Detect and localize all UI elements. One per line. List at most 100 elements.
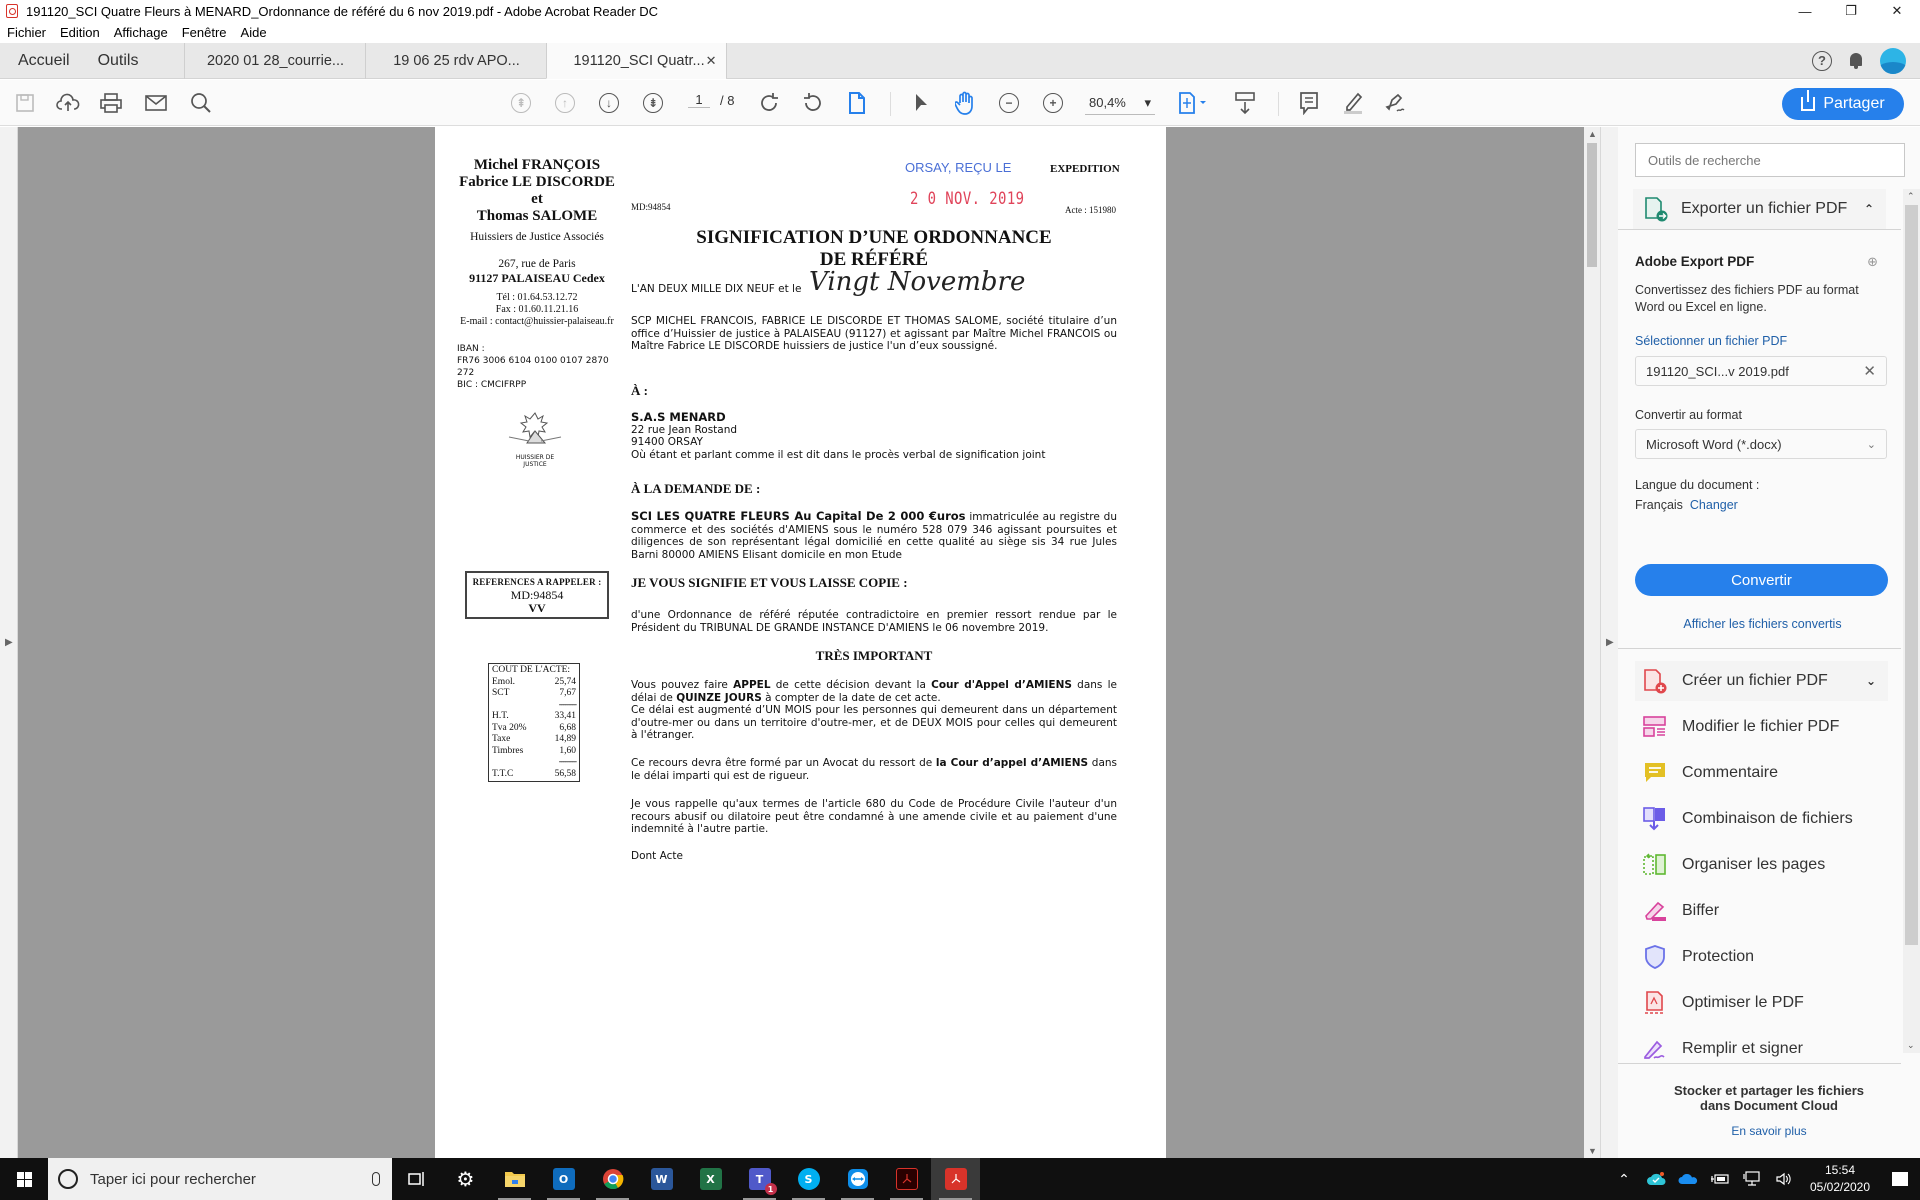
selected-file-field[interactable]: 191120_SCI...v 2019.pdf ✕ [1635,356,1887,386]
task-view-button[interactable] [392,1158,441,1200]
tool-comment[interactable]: Commentaire [1635,753,1888,793]
taskbar-excel[interactable]: X [686,1158,735,1200]
scrollbar-thumb[interactable] [1905,205,1918,945]
tool-protect[interactable]: Protection [1635,937,1888,977]
document-tab[interactable]: 2020 01 28_courrie... [184,43,365,79]
tool-create-pdf[interactable]: Créer un fichier PDF ⌄ [1635,661,1888,701]
format-dropdown[interactable]: Microsoft Word (*.docx) ⌄ [1635,429,1887,459]
print-icon[interactable] [98,90,124,116]
page-number-input[interactable]: 1 [688,92,710,108]
language-value: Français [1635,498,1683,512]
help-icon[interactable]: ? [1812,50,1832,71]
first-page-icon[interactable]: ⇞ [508,90,534,116]
select-tool-icon[interactable] [908,90,934,116]
scroll-mode-icon[interactable] [1232,90,1258,116]
rotate-clockwise-icon[interactable] [756,90,782,116]
taskbar-word[interactable]: W [637,1158,686,1200]
notifications-bell-icon[interactable] [1848,52,1864,70]
taskbar-acrobat-dc[interactable] [882,1158,931,1200]
scrollbar-thumb[interactable] [1587,143,1597,267]
menu-edition[interactable]: Edition [60,25,100,40]
menu-affichage[interactable]: Affichage [114,25,168,40]
export-pdf-section-header[interactable]: Exporter un fichier PDF ⌃ [1633,189,1886,229]
sign-tool-icon[interactable] [1384,90,1410,116]
firm-name-connector: et [531,191,543,207]
taskbar-outlook[interactable]: O [539,1158,588,1200]
change-language-link[interactable]: Changer [1690,498,1738,512]
last-page-icon[interactable]: ⇟ [640,90,666,116]
learn-more-link[interactable]: En savoir plus [1618,1124,1920,1138]
tools-search-input[interactable]: Outils de recherche [1635,143,1905,177]
onedrive-icon[interactable] [1672,1173,1704,1185]
zoom-level-dropdown[interactable]: 80,4% ▾ [1085,92,1155,115]
expand-left-panel-icon[interactable]: ▶ [5,637,13,648]
scroll-up-icon[interactable]: ⌃ [1907,191,1915,202]
battery-icon[interactable] [1704,1173,1736,1185]
zoom-out-icon[interactable]: − [996,90,1022,116]
system-clock[interactable]: 15:54 05/02/2020 [1800,1162,1880,1196]
menu-fenetre[interactable]: Fenêtre [182,25,227,40]
taskbar-chrome[interactable] [588,1158,637,1200]
email-icon[interactable] [143,90,169,116]
action-center-button[interactable] [1880,1172,1920,1186]
scroll-up-icon[interactable]: ▲ [1588,129,1597,139]
network-icon[interactable] [1736,1171,1768,1187]
next-page-icon[interactable]: ↓ [596,90,622,116]
upload-cloud-icon[interactable] [55,90,81,116]
tool-organize-pages[interactable]: Organiser les pages [1635,845,1888,885]
taskbar-search[interactable]: Taper ici pour rechercher [48,1158,392,1200]
previous-page-icon[interactable]: ↑ [552,90,578,116]
zoom-in-icon[interactable]: + [1040,90,1066,116]
nav-tools[interactable]: Outils [98,52,139,70]
taskbar-teamviewer[interactable] [833,1158,882,1200]
rotate-counterclockwise-icon[interactable] [800,90,826,116]
taskbar-settings[interactable]: ⚙ [441,1158,490,1200]
taskbar-skype[interactable]: S [784,1158,833,1200]
show-hidden-icons-chevron[interactable]: ⌃ [1608,1171,1640,1188]
scroll-down-icon[interactable]: ▼ [1588,1146,1597,1156]
close-button[interactable]: ✕ [1874,0,1920,22]
close-tab-icon[interactable]: ✕ [706,53,717,69]
nav-home[interactable]: Accueil [18,52,70,70]
taskbar-file-explorer[interactable] [490,1158,539,1200]
taskbar-acrobat-reader[interactable] [931,1158,980,1200]
menu-fichier[interactable]: Fichier [7,25,46,40]
clear-file-icon[interactable]: ✕ [1863,362,1876,380]
tool-combine-files[interactable]: Combinaison de fichiers [1635,799,1888,839]
maximize-button[interactable]: ❐ [1828,0,1874,22]
converted-files-link[interactable]: Afficher les fichiers convertis [1635,617,1890,631]
search-icon[interactable] [188,90,214,116]
select-file-link[interactable]: Sélectionner un fichier PDF [1635,334,1890,348]
tool-label: Protection [1682,948,1755,965]
tool-edit-pdf[interactable]: Modifier le fichier PDF [1635,707,1888,747]
menu-aide[interactable]: Aide [241,25,267,40]
document-scrollbar[interactable]: ▲ ▼ [1584,127,1600,1158]
tools-pane-scrollbar[interactable]: ⌃ ⌄ [1903,189,1920,1053]
share-button[interactable]: Partager [1782,88,1904,120]
user-avatar[interactable] [1880,47,1906,74]
document-tab[interactable]: 19 06 25 rdv APO... [365,43,546,79]
comment-tool-icon[interactable] [1296,90,1322,116]
highlight-tool-icon[interactable] [1340,90,1366,116]
panel-divider [1618,648,1901,649]
save-icon[interactable] [12,90,38,116]
chevron-up-icon[interactable]: ⌃ [1864,202,1874,216]
tool-redact[interactable]: Biffer [1635,891,1888,931]
document-tab-active[interactable]: 191120_SCI Quatr... ✕ [546,43,727,79]
left-panel-toggle[interactable]: ▶ [0,127,18,1158]
collapse-right-panel-icon[interactable]: ▶ [1606,637,1614,648]
start-button[interactable] [0,1158,48,1200]
scroll-down-icon[interactable]: ⌄ [1907,1040,1915,1051]
volume-icon[interactable] [1768,1172,1800,1186]
hand-tool-icon[interactable] [952,90,978,116]
minimize-button[interactable]: — [1782,0,1828,22]
convert-button[interactable]: Convertir [1635,564,1888,596]
fit-page-icon[interactable] [1176,90,1212,116]
tool-optimize-pdf[interactable]: Optimiser le PDF [1635,983,1888,1023]
page-view-icon[interactable] [844,90,870,116]
microphone-icon[interactable] [372,1172,380,1186]
right-panel-toggle[interactable]: ▶ [1600,127,1618,1158]
taskbar-teams[interactable]: T 1 [735,1158,784,1200]
cloud-sync-icon[interactable] [1640,1172,1672,1186]
chevron-down-icon[interactable]: ⌄ [1866,674,1876,688]
